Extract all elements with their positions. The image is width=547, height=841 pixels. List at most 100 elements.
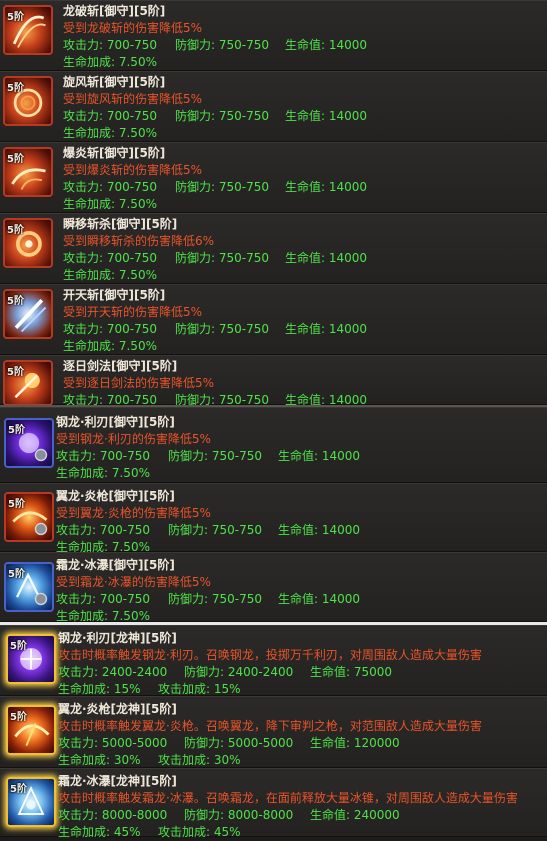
hp-stat: 生命值: 14000	[285, 322, 368, 336]
sky-sword-icon: 5阶	[3, 289, 53, 339]
defense-stat: 防御力: 750-750	[175, 109, 269, 123]
skill-card[interactable]: 5阶 瞬移斩杀[御守][5阶] 受到瞬移斩杀的伤害降低6% 攻击力: 700-7…	[0, 213, 547, 284]
skill-name: 龙破斩[御守][5阶]	[63, 4, 166, 18]
attack-stat: 攻击力: 700-750	[56, 523, 150, 537]
skill-desc: 受到钢龙·利刃的伤害降低5%	[56, 432, 211, 446]
tier-badge: 5阶	[10, 712, 27, 723]
hp-stat: 生命值: 240000	[310, 808, 400, 822]
tier-badge: 5阶	[7, 154, 24, 165]
skill-desc: 受到瞬移斩杀的伤害降低6%	[63, 234, 215, 248]
skill-name: 翼龙·炎枪[御守][5阶]	[56, 489, 175, 503]
wyvern-spear-god-icon: 5阶	[6, 705, 56, 755]
hp-stat: 生命值: 75000	[310, 665, 393, 679]
blink-strike-icon: 5阶	[3, 218, 53, 268]
skill-desc: 攻击时概率触发霜龙·冰瀑。召唤霜龙，在面前释放大量冰锥，对周围敌人造成大量伤害	[58, 791, 518, 805]
skill-desc: 受到龙破斩的伤害降低5%	[63, 21, 203, 35]
attack-stat: 攻击力: 8000-8000	[58, 808, 168, 822]
hp-stat: 生命值: 14000	[278, 449, 361, 463]
defense-stat: 防御力: 750-750	[168, 523, 262, 537]
flame-slash-icon: 5阶	[3, 147, 53, 197]
attack-stat: 攻击力: 5000-5000	[58, 736, 168, 750]
skill-name: 钢龙·利刃[御守][5阶]	[56, 415, 175, 429]
skill-card[interactable]: 5阶 钢龙·利刃[龙神][5阶] 攻击时概率触发钢龙·利刃。召唤钢龙，投掷万千利…	[0, 625, 547, 696]
hp-stat: 生命值: 14000	[278, 592, 361, 606]
hp-stat: 生命值: 14000	[285, 109, 368, 123]
skill-desc: 攻击时概率触发翼龙·炎枪。召唤翼龙，降下审判之枪，对范围敌人造成大量伤害	[58, 719, 482, 733]
skill-card[interactable]: 5阶 龙破斩[御守][5阶] 受到龙破斩的伤害降低5% 攻击力: 700-750…	[0, 0, 547, 71]
attack-stat: 攻击力: 700-750	[63, 109, 157, 123]
defense-stat: 防御力: 5000-5000	[184, 736, 294, 750]
attack-stat: 攻击力: 700-750	[56, 592, 150, 606]
slash-red-icon: 5阶	[3, 5, 53, 55]
wyvern-spear-icon: 5阶	[4, 492, 54, 542]
tier-badge: 5阶	[7, 12, 24, 23]
defense-stat: 防御力: 750-750	[168, 449, 262, 463]
attack-stat: 攻击力: 700-750	[63, 38, 157, 52]
hp-bonus-stat: 生命加成: 7.50%	[56, 466, 150, 480]
hp-bonus-stat: 生命加成: 7.50%	[63, 197, 157, 211]
hp-stat: 生命值: 14000	[285, 251, 368, 265]
sun-sword-icon: 5阶	[3, 360, 53, 406]
skill-desc: 受到开天斩的伤害降低5%	[63, 305, 203, 319]
frost-dragon-icon: 5阶	[4, 562, 54, 612]
hp-stat: 生命值: 14000	[278, 523, 361, 537]
tier-badge: 5阶	[7, 83, 24, 94]
hp-stat: 生命值: 14000	[285, 180, 368, 194]
skill-card[interactable]: 5阶 爆炎斩[御守][5阶] 受到爆炎斩的伤害降低5% 攻击力: 700-750…	[0, 142, 547, 213]
skill-card[interactable]: 5阶 逐日剑法[御守][5阶] 受到逐日剑法的伤害降低5% 攻击力: 700-7…	[0, 355, 547, 407]
skill-card[interactable]: 5阶 钢龙·利刃[御守][5阶] 受到钢龙·利刃的伤害降低5% 攻击力: 700…	[0, 407, 547, 483]
skill-name: 逐日剑法[御守][5阶]	[63, 359, 178, 373]
skill-name: 旋风斩[御守][5阶]	[63, 75, 166, 89]
skill-desc: 受到翼龙·炎枪的伤害降低5%	[56, 506, 211, 520]
defense-stat: 防御力: 750-750	[175, 251, 269, 265]
skill-name: 爆炎斩[御守][5阶]	[63, 146, 166, 160]
tier-badge: 5阶	[8, 499, 25, 510]
hp-bonus-stat: 生命加成: 7.50%	[63, 55, 157, 69]
defense-stat: 防御力: 750-750	[175, 180, 269, 194]
skill-card[interactable]: 5阶 霜龙·冰瀑[御守][5阶] 受到霜龙·冰瀑的伤害降低5% 攻击力: 700…	[0, 552, 547, 623]
atk-bonus-stat: 攻击加成: 45%	[158, 825, 241, 839]
attack-stat: 攻击力: 700-750	[63, 322, 157, 336]
hp-bonus-stat: 生命加成: 45%	[58, 825, 141, 839]
whirlwind-icon: 5阶	[3, 76, 53, 126]
hp-bonus-stat: 生命加成: 7.50%	[63, 126, 157, 140]
hp-stat: 生命值: 120000	[310, 736, 400, 750]
steel-dragon-icon: 5阶	[4, 418, 54, 468]
skill-desc: 受到旋风斩的伤害降低5%	[63, 92, 203, 106]
skill-card[interactable]: 5阶 翼龙·炎枪[龙神][5阶] 攻击时概率触发翼龙·炎枪。召唤翼龙，降下审判之…	[0, 696, 547, 768]
defense-stat: 防御力: 750-750	[168, 592, 262, 606]
defense-stat: 防御力: 8000-8000	[184, 808, 294, 822]
tier-badge: 5阶	[7, 367, 24, 378]
skill-card[interactable]: 5阶 开天斩[御守][5阶] 受到开天斩的伤害降低5% 攻击力: 700-750…	[0, 284, 547, 355]
skill-name: 瞬移斩杀[御守][5阶]	[63, 217, 178, 231]
tier-badge: 5阶	[8, 425, 25, 436]
skill-name: 翼龙·炎枪[龙神][5阶]	[58, 702, 177, 716]
frost-dragon-god-icon: 5阶	[6, 777, 56, 827]
skill-card[interactable]: 5阶 翼龙·炎枪[御守][5阶] 受到翼龙·炎枪的伤害降低5% 攻击力: 700…	[0, 483, 547, 554]
hp-bonus-stat: 生命加成: 7.50%	[63, 339, 157, 353]
tier-badge: 5阶	[10, 641, 27, 652]
skill-desc: 攻击时概率触发钢龙·利刃。召唤钢龙，投掷万千利刃，对周围敌人造成大量伤害	[58, 648, 482, 662]
skill-desc: 受到逐日剑法的伤害降低5%	[63, 376, 215, 390]
skill-name: 开天斩[御守][5阶]	[63, 288, 166, 302]
hp-bonus-stat: 生命加成: 7.50%	[63, 268, 157, 282]
tier-badge: 5阶	[10, 784, 27, 795]
atk-bonus-stat: 攻击加成: 30%	[158, 753, 241, 767]
skill-desc: 受到霜龙·冰瀑的伤害降低5%	[56, 575, 211, 589]
attack-stat: 攻击力: 700-750	[56, 449, 150, 463]
hp-bonus-stat: 生命加成: 30%	[58, 753, 141, 767]
defense-stat: 防御力: 750-750	[175, 322, 269, 336]
skill-desc: 受到爆炎斩的伤害降低5%	[63, 163, 203, 177]
tier-badge: 5阶	[7, 296, 24, 307]
skill-name: 霜龙·冰瀑[御守][5阶]	[56, 558, 175, 572]
attack-stat: 攻击力: 700-750	[63, 180, 157, 194]
tier-badge: 5阶	[7, 225, 24, 236]
skill-name: 霜龙·冰瀑[龙神][5阶]	[58, 774, 177, 788]
steel-dragon-god-icon: 5阶	[6, 634, 56, 684]
attack-stat: 攻击力: 700-750	[63, 251, 157, 265]
defense-stat: 防御力: 2400-2400	[184, 665, 294, 679]
skill-name: 钢龙·利刃[龙神][5阶]	[58, 631, 177, 645]
skill-card[interactable]: 5阶 旋风斩[御守][5阶] 受到旋风斩的伤害降低5% 攻击力: 700-750…	[0, 71, 547, 142]
defense-stat: 防御力: 750-750	[175, 38, 269, 52]
skill-card[interactable]: 5阶 霜龙·冰瀑[龙神][5阶] 攻击时概率触发霜龙·冰瀑。召唤霜龙，在面前释放…	[0, 768, 547, 839]
